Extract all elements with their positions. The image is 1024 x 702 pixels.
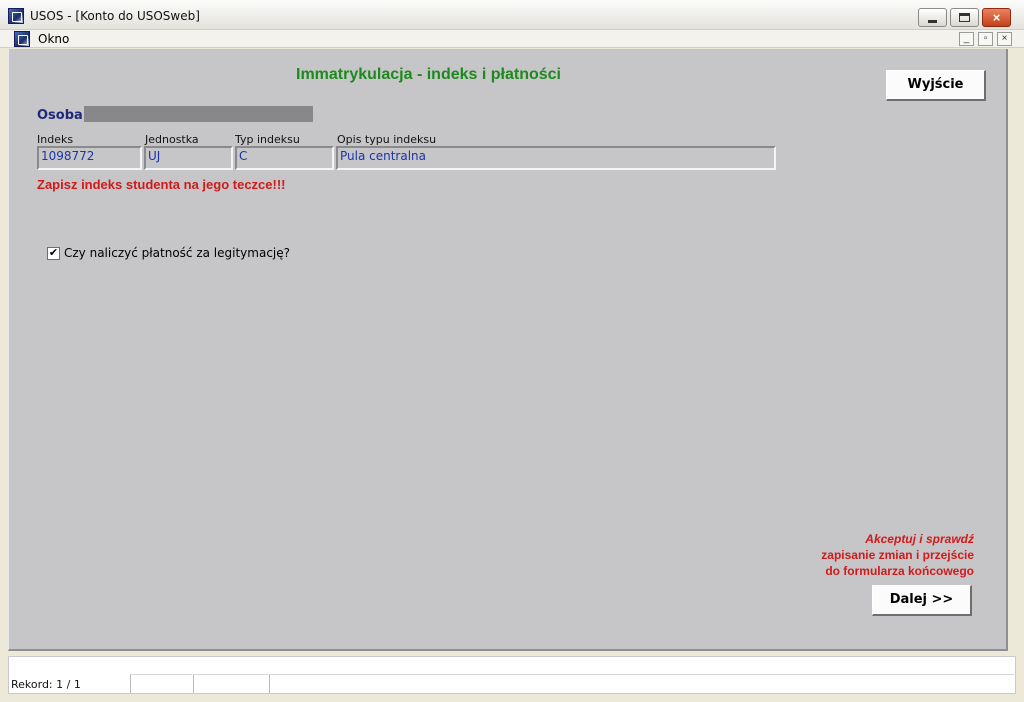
checkmark-icon: ✔: [48, 247, 59, 259]
warning-message: Zapisz indeks studenta na jego teczce!!!: [37, 177, 286, 192]
app-icon[interactable]: [8, 8, 24, 24]
indeks-field[interactable]: 1098772: [37, 146, 142, 170]
next-button[interactable]: Dalej >>: [872, 585, 972, 616]
osoba-label: Osoba: [37, 108, 83, 123]
info-line-3: do formularza końcowego: [825, 564, 974, 578]
indeks-label: Indeks: [37, 133, 74, 146]
exit-button[interactable]: Wyjście: [886, 70, 986, 101]
menubar: Okno _ ▫ ×: [0, 30, 1024, 48]
minimize-icon: [928, 20, 937, 23]
menu-item-okno[interactable]: Okno: [38, 32, 69, 46]
opis-typu-indeksu-label: Opis typu indeksu: [337, 133, 437, 146]
window-title: USOS - [Konto do USOSweb]: [30, 9, 200, 23]
window-titlebar: USOS - [Konto do USOSweb] ×: [0, 0, 1024, 30]
status-cell-3: [193, 674, 268, 693]
info-line-1: Akceptuj i sprawdź: [865, 532, 974, 546]
jednostka-label: Jednostka: [145, 133, 199, 146]
typ-indeksu-label: Typ indeksu: [235, 133, 300, 146]
info-line-2: zapisanie zmian i przejście: [821, 548, 974, 562]
maximize-icon: [959, 13, 970, 22]
next-step-info: Akceptuj i sprawdź zapisanie zmian i prz…: [740, 531, 974, 579]
jednostka-field[interactable]: UJ: [144, 146, 233, 170]
status-cell-4: [269, 674, 1014, 693]
page-title: Immatrykulacja - indeks i płatności: [296, 66, 561, 83]
typ-indeksu-field[interactable]: C: [235, 146, 334, 170]
mdi-close-button[interactable]: ×: [997, 32, 1012, 46]
osoba-value-field[interactable]: [84, 106, 313, 122]
maximize-button[interactable]: [950, 8, 979, 27]
legitymacja-checkbox-label[interactable]: Czy naliczyć płatność za legitymację?: [64, 246, 290, 260]
minimize-button[interactable]: [918, 8, 947, 27]
status-cell-2: [130, 674, 192, 693]
record-counter: Rekord: 1 / 1: [11, 678, 81, 691]
opis-typu-indeksu-field[interactable]: Pula centralna: [336, 146, 776, 170]
mdi-minimize-button[interactable]: _: [959, 32, 974, 46]
legitymacja-checkbox[interactable]: ✔: [47, 247, 60, 260]
child-window-icon[interactable]: [14, 31, 30, 47]
close-button[interactable]: ×: [982, 8, 1011, 27]
close-icon: ×: [992, 10, 1001, 25]
mdi-restore-button[interactable]: ▫: [978, 32, 993, 46]
